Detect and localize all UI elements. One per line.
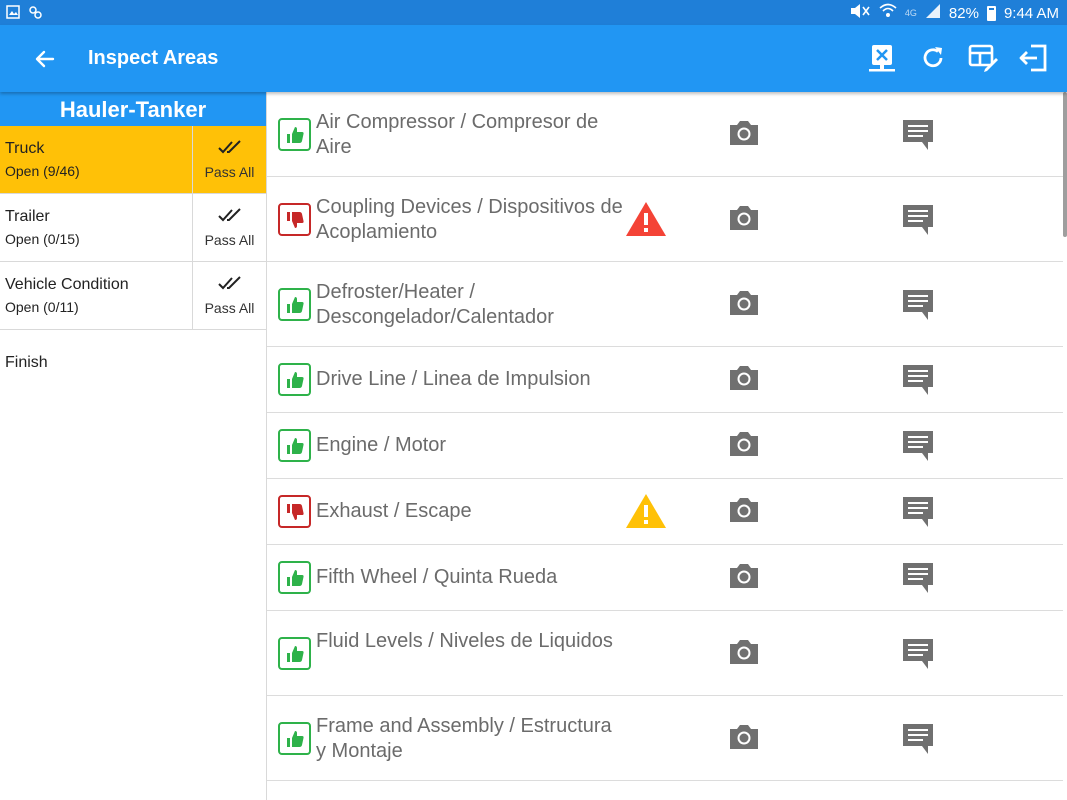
camera-icon[interactable] bbox=[727, 363, 761, 393]
warning-icon[interactable] bbox=[625, 493, 667, 529]
comment-icon[interactable] bbox=[901, 429, 935, 463]
camera-icon[interactable] bbox=[727, 722, 761, 752]
refresh-icon[interactable] bbox=[917, 42, 949, 74]
pass-all-button[interactable]: Pass All bbox=[192, 194, 266, 261]
finish-item[interactable]: Finish bbox=[5, 354, 48, 372]
item-label: Coupling Devices / Dispositivos de Acopl… bbox=[316, 195, 623, 243]
area-vehicle-condition[interactable]: Vehicle Condition Open (0/11) Pass All bbox=[0, 262, 266, 330]
area-status: Open (0/11) bbox=[5, 299, 79, 315]
area-name: Truck bbox=[5, 140, 45, 157]
item-label: Air Compressor / Compresor de Aire bbox=[316, 110, 599, 158]
inspection-item-row[interactable]: Fifth Wheel / Quinta Rueda bbox=[267, 545, 1063, 611]
inspection-items-list[interactable]: Air Compressor / Compresor de Aire Coupli… bbox=[267, 92, 1067, 800]
double-check-icon bbox=[218, 140, 241, 154]
comment-icon[interactable] bbox=[901, 363, 935, 397]
camera-icon[interactable] bbox=[727, 203, 761, 233]
scrollbar[interactable] bbox=[1063, 92, 1067, 237]
area-name: Trailer bbox=[5, 208, 50, 225]
status-bar: 4G 82% 9:44 AM bbox=[0, 0, 1067, 25]
area-status: Open (9/46) bbox=[5, 163, 80, 179]
comment-icon[interactable] bbox=[901, 203, 935, 237]
inspection-item-row[interactable]: Air Compressor / Compresor de Aire bbox=[267, 92, 1063, 177]
camera-icon[interactable] bbox=[727, 118, 761, 148]
thumbs-up-icon[interactable] bbox=[278, 363, 311, 396]
comment-icon[interactable] bbox=[901, 722, 935, 756]
pass-all-button[interactable]: Pass All bbox=[192, 126, 266, 193]
comment-icon[interactable] bbox=[901, 495, 935, 529]
thumbs-down-icon[interactable] bbox=[278, 495, 311, 528]
inspection-areas-panel: Hauler-Tanker Truck Open (9/46) Pass All… bbox=[0, 92, 267, 800]
wifi-icon bbox=[879, 3, 897, 23]
pass-all-label: Pass All bbox=[204, 300, 255, 316]
inspection-item-row[interactable]: Engine / Motor bbox=[267, 413, 1063, 479]
thumbs-up-icon[interactable] bbox=[278, 636, 311, 670]
double-check-icon bbox=[218, 208, 241, 222]
thumbs-up-icon[interactable] bbox=[278, 429, 311, 462]
camera-icon[interactable] bbox=[727, 637, 761, 667]
double-check-icon bbox=[218, 276, 241, 290]
thumbs-down-icon[interactable] bbox=[278, 202, 311, 236]
comment-icon[interactable] bbox=[901, 561, 935, 595]
area-truck[interactable]: Truck Open (9/46) Pass All bbox=[0, 126, 266, 194]
page-title: Inspect Areas bbox=[88, 47, 219, 69]
comment-icon[interactable] bbox=[901, 288, 935, 322]
clock: 9:44 AM bbox=[1003, 4, 1059, 22]
pass-all-button[interactable]: Pass All bbox=[192, 262, 266, 329]
item-label: Drive Line / Linea de Impulsion bbox=[316, 368, 591, 390]
item-label: Engine / Motor bbox=[316, 434, 447, 456]
thumbs-up-icon[interactable] bbox=[278, 561, 311, 594]
item-label: Exhaust / Escape bbox=[316, 500, 472, 522]
vehicle-type-header: Hauler-Tanker bbox=[0, 92, 266, 126]
edit-table-icon[interactable] bbox=[967, 42, 999, 74]
area-trailer[interactable]: Trailer Open (0/15) Pass All bbox=[0, 194, 266, 262]
comment-icon[interactable] bbox=[901, 637, 935, 671]
mute-icon bbox=[849, 3, 871, 23]
area-name: Vehicle Condition bbox=[5, 276, 129, 293]
thumbs-up-icon[interactable] bbox=[278, 721, 311, 755]
item-label: Frame and Assembly / Estructura y Montaj… bbox=[316, 714, 612, 762]
clear-device-icon[interactable] bbox=[866, 42, 898, 74]
camera-icon[interactable] bbox=[727, 561, 761, 591]
warning-icon[interactable] bbox=[625, 201, 667, 237]
camera-icon[interactable] bbox=[727, 429, 761, 459]
inspection-item-row[interactable]: Exhaust / Escape bbox=[267, 479, 1063, 545]
area-status: Open (0/15) bbox=[5, 231, 80, 247]
logout-icon[interactable] bbox=[1017, 42, 1049, 74]
item-label: Fluid Levels / Niveles de Liquidos bbox=[316, 629, 613, 652]
inspection-item-row[interactable]: Defroster/Heater / Descongelador/Calenta… bbox=[267, 262, 1063, 347]
network-type: 4G bbox=[904, 8, 917, 18]
comment-icon[interactable] bbox=[901, 118, 935, 152]
battery-icon bbox=[986, 5, 996, 21]
gallery-icon bbox=[6, 5, 20, 19]
camera-icon[interactable] bbox=[727, 495, 761, 525]
thumbs-up-icon[interactable] bbox=[278, 117, 311, 151]
inspection-item-row[interactable]: Drive Line / Linea de Impulsion bbox=[267, 347, 1063, 413]
inspection-item-row[interactable]: Coupling Devices / Dispositivos de Acopl… bbox=[267, 177, 1063, 262]
thumbs-up-icon[interactable] bbox=[278, 287, 311, 321]
battery-percent: 82% bbox=[948, 4, 979, 22]
item-label: Defroster/Heater / Descongelador/Calenta… bbox=[316, 280, 554, 328]
inspection-item-row[interactable]: Frame and Assembly / Estructura y Montaj… bbox=[267, 696, 1063, 781]
settings-icon bbox=[28, 5, 42, 19]
item-label: Fifth Wheel / Quinta Rueda bbox=[316, 566, 558, 588]
signal-icon bbox=[925, 3, 941, 23]
app-bar: Inspect Areas bbox=[0, 25, 1067, 92]
pass-all-label: Pass All bbox=[204, 232, 255, 248]
camera-icon[interactable] bbox=[727, 288, 761, 318]
inspection-item-row[interactable]: Fluid Levels / Niveles de Liquidos bbox=[267, 611, 1063, 696]
pass-all-label: Pass All bbox=[204, 164, 255, 180]
back-arrow-icon[interactable] bbox=[30, 44, 60, 74]
